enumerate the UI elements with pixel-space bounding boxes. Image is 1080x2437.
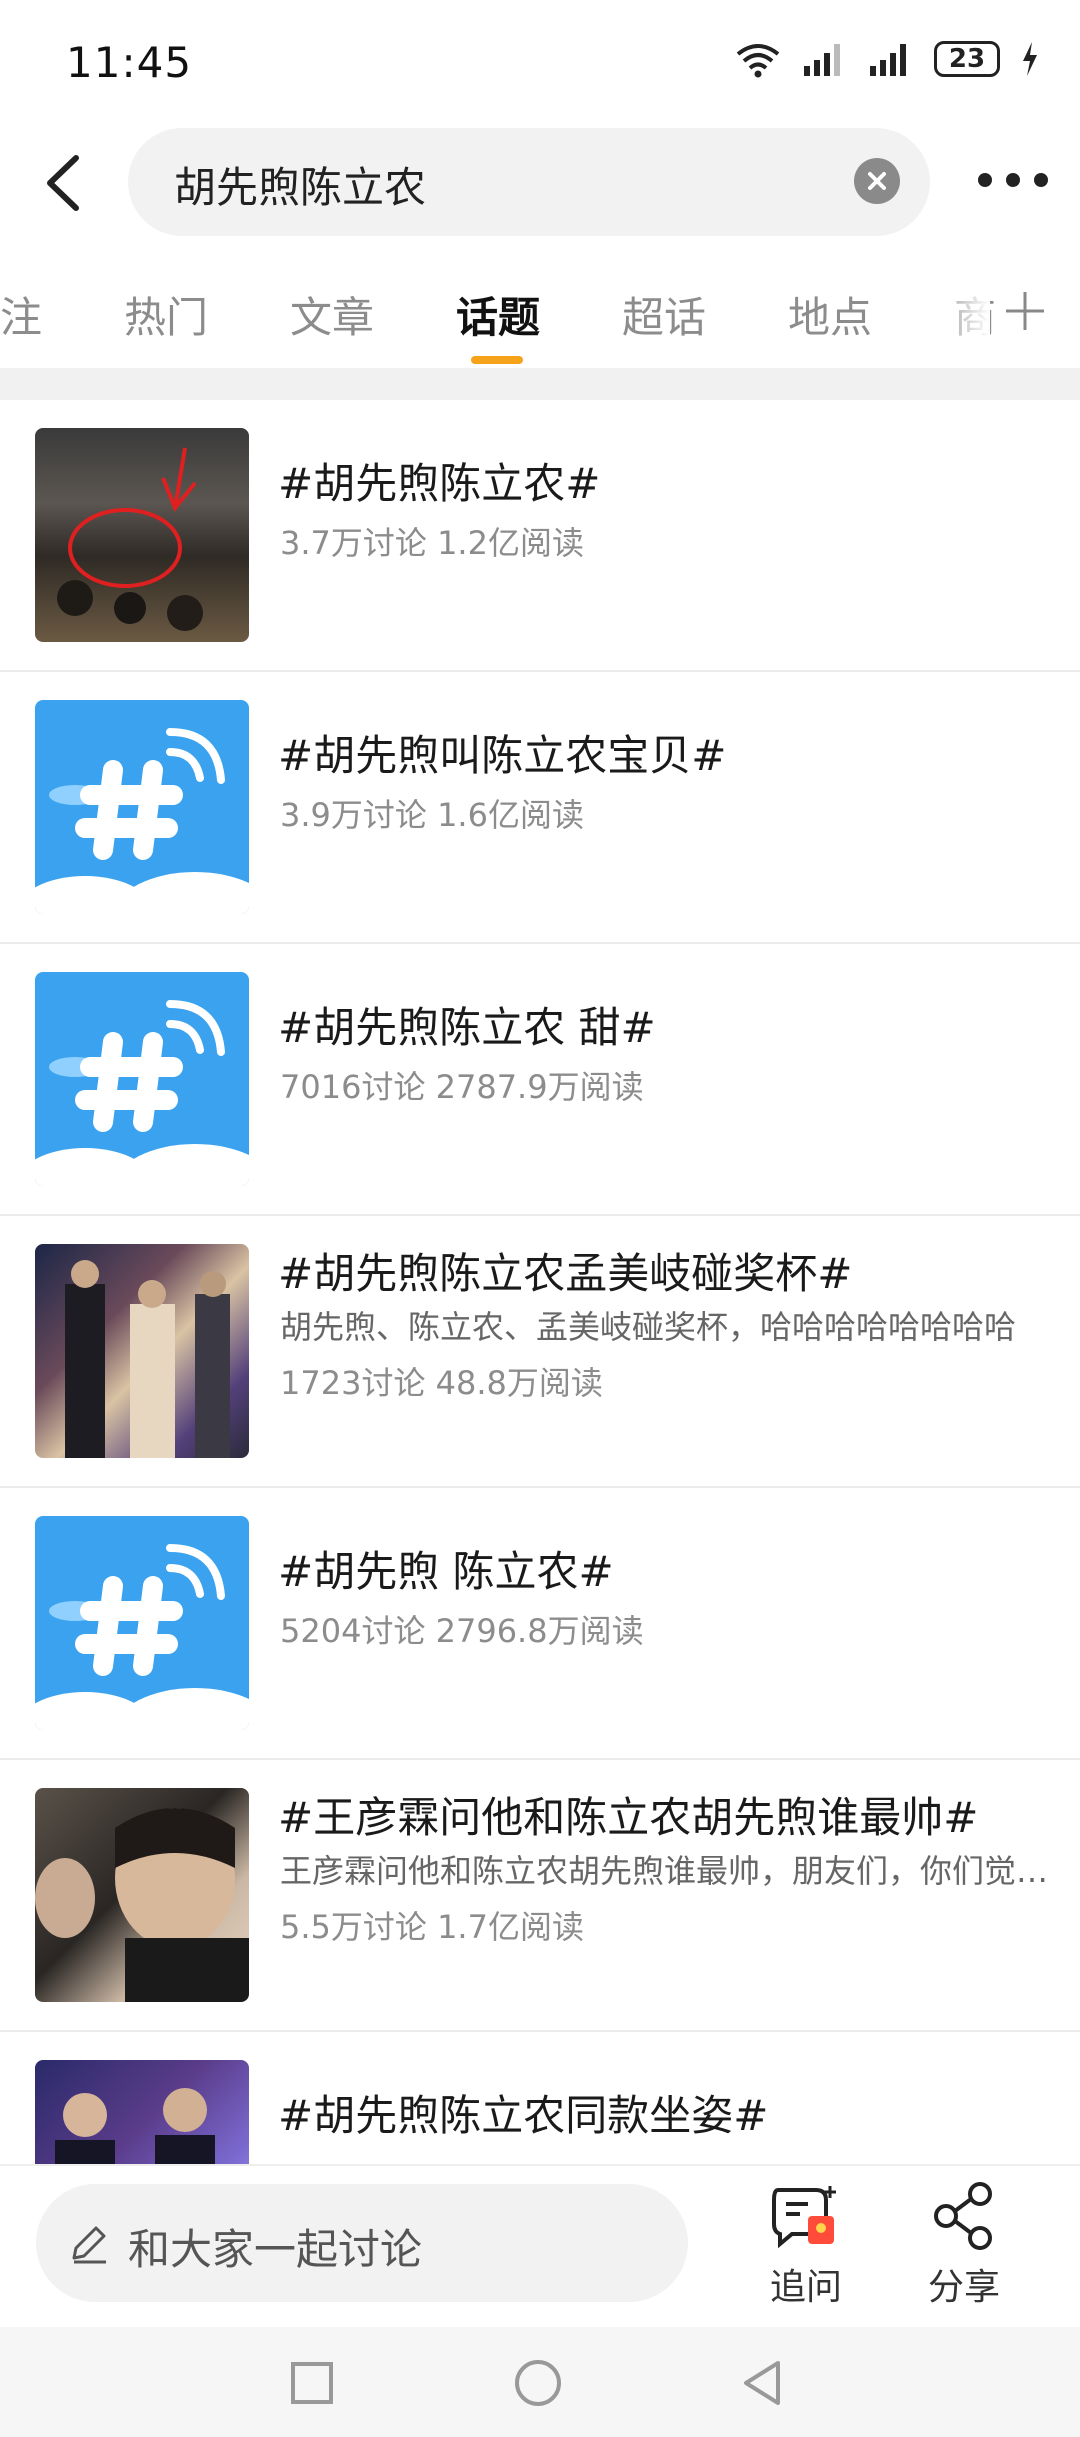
tab-articles[interactable]: 文章: [290, 284, 374, 345]
signal-icon-2: [870, 44, 906, 76]
topic-row[interactable]: #胡先煦叫陈立农宝贝# 3.9万讨论 1.6亿阅读: [0, 672, 1080, 944]
tab-topics[interactable]: 话题: [456, 284, 540, 345]
topic-row[interactable]: #胡先煦陈立农同款坐姿#: [0, 2032, 1080, 2164]
topic-title: #胡先煦陈立农孟美岐碰奖杯#: [278, 1249, 853, 1298]
topic-thumbnail: [35, 1244, 249, 1458]
topic-description: 胡先煦、陈立农、孟美岐碰奖杯，哈哈哈哈哈哈哈哈: [280, 1308, 1017, 1346]
wifi-icon: [736, 44, 780, 78]
recent-apps-icon[interactable]: [290, 2361, 334, 2405]
discuss-input[interactable]: 和大家一起讨论: [36, 2184, 688, 2302]
home-icon[interactable]: [514, 2359, 562, 2407]
topic-row[interactable]: #胡先煦陈立农# 3.7万讨论 1.2亿阅读: [0, 400, 1080, 672]
topic-meta: 1723讨论 48.8万阅读: [280, 1364, 603, 1402]
section-divider: [0, 368, 1080, 400]
topic-title: #胡先煦陈立农同款坐姿#: [278, 2091, 769, 2140]
status-bar: 11:45 23: [0, 0, 1080, 130]
ask-button[interactable]: 追问: [746, 2180, 866, 2310]
discuss-placeholder: 和大家一起讨论: [128, 2225, 423, 2274]
tab-super-topics[interactable]: 超话: [622, 284, 706, 345]
topic-title: #胡先煦 陈立农#: [278, 1547, 614, 1596]
topic-meta: 5204讨论 2796.8万阅读: [280, 1612, 644, 1650]
topic-title: #王彦霖问他和陈立农胡先煦谁最帅#: [278, 1793, 979, 1842]
back-nav-icon[interactable]: [740, 2359, 784, 2407]
ask-label: 追问: [769, 2267, 842, 2308]
add-tab-icon[interactable]: [1000, 286, 1050, 336]
topic-thumbnail: [35, 1788, 249, 2002]
topic-meta: 3.7万讨论 1.2亿阅读: [280, 524, 584, 562]
topic-description: 王彦霖问他和陈立农胡先煦谁最帅，朋友们，你们觉得呢: [280, 1852, 1050, 1890]
topic-row[interactable]: #胡先煦 陈立农# 5204讨论 2796.8万阅读: [0, 1488, 1080, 1760]
bottom-action-bar: 和大家一起讨论 追问 分享: [0, 2164, 1080, 2329]
tab-places[interactable]: 地点: [788, 284, 872, 345]
topic-row[interactable]: #王彦霖问他和陈立农胡先煦谁最帅# 王彦霖问他和陈立农胡先煦谁最帅，朋友们，你们…: [0, 1760, 1080, 2032]
tab-fade: [930, 268, 990, 368]
back-arrow-icon[interactable]: [36, 150, 96, 216]
topic-title: #胡先煦陈立农#: [278, 459, 601, 508]
battery-indicator: 23: [934, 41, 1000, 77]
search-input[interactable]: 胡先煦陈立农: [128, 128, 930, 236]
topic-row[interactable]: #胡先煦陈立农孟美岐碰奖杯# 胡先煦、陈立农、孟美岐碰奖杯，哈哈哈哈哈哈哈哈 1…: [0, 1216, 1080, 1488]
topic-title: #胡先煦陈立农 甜#: [278, 1003, 656, 1052]
more-options-icon[interactable]: [978, 170, 1048, 190]
hashtag-icon: [35, 972, 249, 1186]
category-tabs: 注 热门 文章 话题 超话 地点 商: [0, 268, 1080, 368]
topic-list: #胡先煦陈立农# 3.7万讨论 1.2亿阅读 #胡先煦叫陈立农宝贝# 3.9万讨…: [0, 400, 1080, 2164]
hashtag-icon: [35, 700, 249, 914]
topic-row[interactable]: #胡先煦陈立农 甜# 7016讨论 2787.9万阅读: [0, 944, 1080, 1216]
hashtag-icon: [35, 1516, 249, 1730]
active-tab-indicator: [471, 356, 523, 364]
tab-follow[interactable]: 注: [0, 284, 42, 345]
search-header: 胡先煦陈立农: [0, 128, 1080, 238]
status-icons: 23: [734, 40, 1040, 78]
system-nav-bar: [0, 2327, 1080, 2437]
pencil-icon: [72, 2226, 106, 2264]
topic-thumbnail: [35, 2060, 249, 2164]
topic-meta: 5.5万讨论 1.7亿阅读: [280, 1908, 584, 1946]
tab-hot[interactable]: 热门: [124, 284, 208, 345]
topic-meta: 7016讨论 2787.9万阅读: [280, 1068, 644, 1106]
search-query: 胡先煦陈立农: [174, 163, 427, 212]
clock: 11:45: [66, 38, 193, 87]
charging-icon: [1023, 42, 1037, 76]
share-icon: [934, 2182, 992, 2250]
topic-thumbnail: [35, 428, 249, 642]
signal-icon: [804, 44, 840, 76]
topic-title: #胡先煦叫陈立农宝贝#: [278, 731, 727, 780]
share-button[interactable]: 分享: [904, 2180, 1024, 2310]
ask-icon: [772, 2186, 836, 2249]
topic-meta: 3.9万讨论 1.6亿阅读: [280, 796, 584, 834]
clear-search-icon[interactable]: [854, 158, 900, 204]
share-label: 分享: [927, 2267, 1000, 2308]
